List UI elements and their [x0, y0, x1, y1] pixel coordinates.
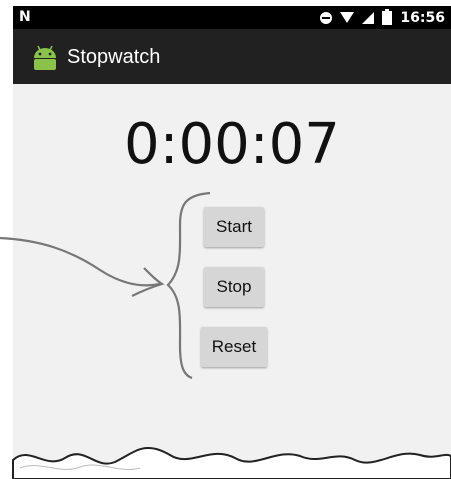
phone-screen: N 16:56 Stopwatch 0:00:07 Start Stop Res… — [13, 6, 451, 479]
reset-button[interactable]: Reset — [201, 327, 267, 367]
app-title: Stopwatch — [67, 46, 161, 68]
android-icon — [34, 45, 56, 70]
notification-n-icon: N — [19, 9, 31, 25]
battery-icon — [382, 8, 393, 25]
status-icons: 16:56 — [312, 8, 445, 26]
stop-button[interactable]: Stop — [204, 267, 264, 307]
status-clock: 16:56 — [400, 9, 445, 26]
wifi-icon — [340, 12, 355, 23]
status-bar: N 16:56 — [13, 6, 451, 29]
app-bar: Stopwatch — [13, 29, 451, 84]
timer-display: 0:00:07 — [124, 112, 340, 177]
start-button[interactable]: Start — [204, 207, 264, 247]
signal-icon — [362, 11, 375, 24]
do-not-disturb-icon — [320, 11, 333, 24]
